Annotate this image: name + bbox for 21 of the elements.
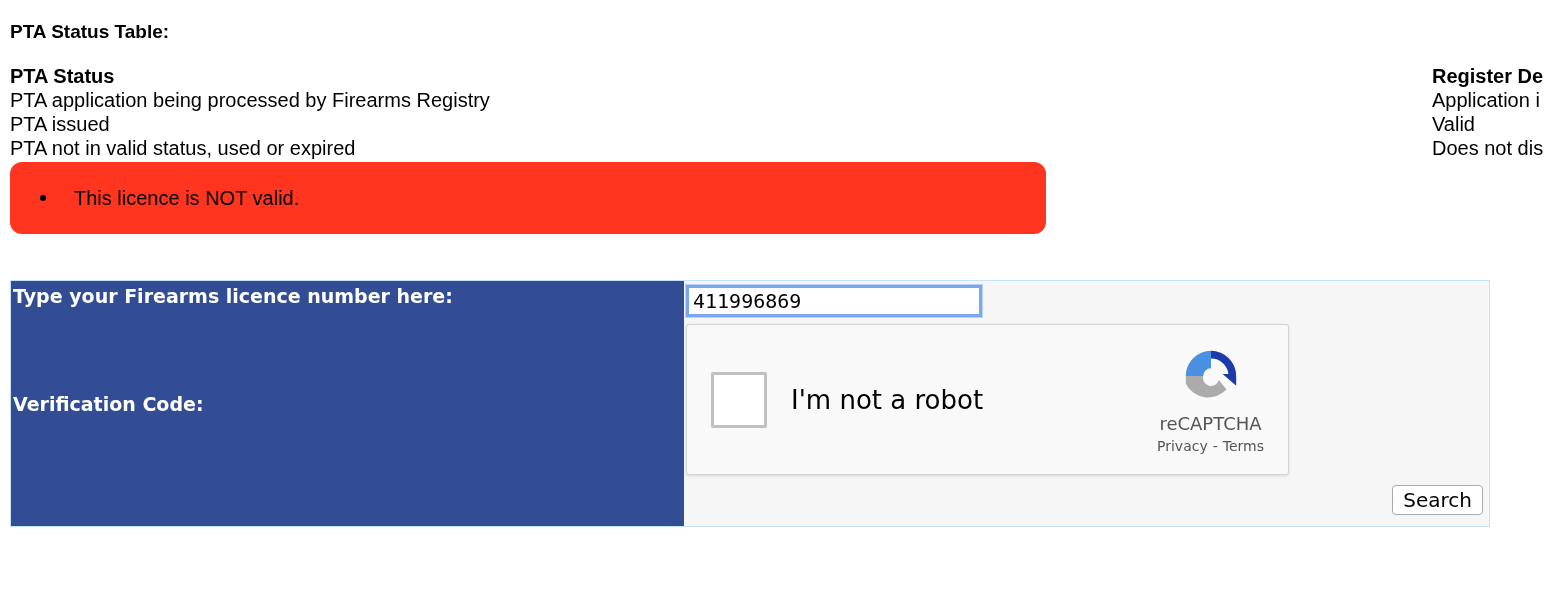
column-heading: PTA Status [10, 64, 116, 88]
column-heading: Register De [1432, 64, 1545, 88]
privacy-link[interactable]: Privacy [1157, 438, 1208, 454]
field-label: Type your Firearms licence number here: [13, 284, 454, 308]
status-text: PTA issued [10, 112, 111, 136]
terms-link[interactable]: Terms [1222, 438, 1264, 454]
status-text: PTA not in valid status, used or expired [10, 136, 357, 160]
error-message: This licence is NOT valid. [74, 186, 300, 211]
captcha-checkbox[interactable] [711, 371, 767, 428]
bullet-icon [40, 195, 46, 201]
status-text: Does not dis [1432, 136, 1545, 160]
page-title: PTA Status Table: [10, 20, 171, 44]
link-separator: - [1212, 438, 1218, 454]
status-text: PTA application being processed by Firearms Registry [10, 88, 491, 112]
field-label: Verification Code: [13, 392, 205, 416]
search-button[interactable]: Search [1392, 485, 1483, 515]
status-text: Application i [1432, 88, 1541, 112]
brand-name: reCAPTCHA [1159, 413, 1262, 434]
captcha-label: I'm not a robot [791, 384, 985, 415]
licence-input[interactable]: 411996869 [686, 285, 982, 317]
status-text: Valid [1432, 112, 1476, 136]
